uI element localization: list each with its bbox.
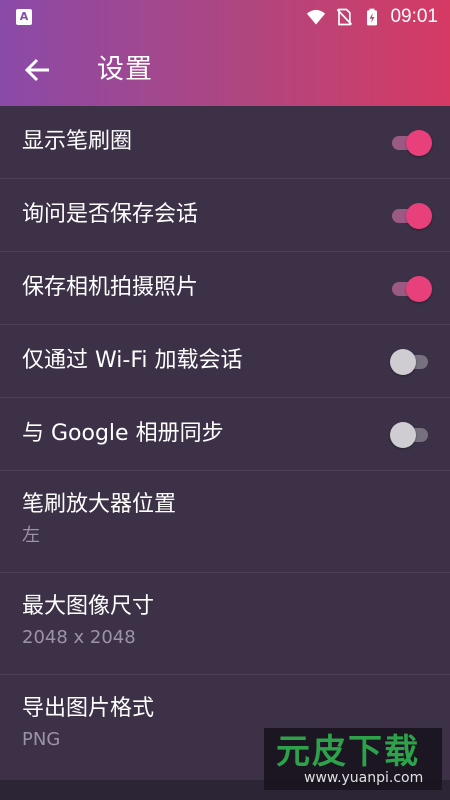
status-bar: A 09:01 <box>0 0 450 34</box>
status-icons: 09:01 <box>306 6 438 28</box>
ask-save-session-toggle[interactable] <box>390 203 432 229</box>
setting-value: 2048 x 2048 <box>22 627 136 648</box>
watermark-logo: 元皮下载 www.yuanpi.com <box>264 728 442 790</box>
toggle-thumb <box>406 276 432 302</box>
setting-ask-save-session[interactable]: 询问是否保存会话 <box>0 179 450 252</box>
notification-a-icon: A <box>16 9 32 25</box>
toggle-thumb <box>390 422 416 448</box>
app-header: A 09:01 设置 <box>0 0 450 106</box>
show-brush-ring-toggle[interactable] <box>390 130 432 156</box>
arrow-back-icon[interactable] <box>22 56 54 84</box>
save-camera-photos-toggle[interactable] <box>390 276 432 302</box>
setting-label: 保存相机拍摄照片 <box>22 275 199 300</box>
watermark-url: www.yuanpi.com <box>304 770 424 786</box>
setting-value: PNG <box>22 729 61 750</box>
page-title: 设置 <box>97 54 153 85</box>
toggle-thumb <box>406 130 432 156</box>
setting-google-sync[interactable]: 与 Google 相册同步 <box>0 398 450 471</box>
setting-save-camera-photos[interactable]: 保存相机拍摄照片 <box>0 252 450 325</box>
setting-max-image-size[interactable]: 最大图像尺寸 2048 x 2048 <box>0 573 450 675</box>
setting-value: 左 <box>22 525 40 546</box>
no-sim-icon <box>337 8 353 26</box>
setting-label: 仅通过 Wi-Fi 加载会话 <box>22 348 243 373</box>
setting-brush-magnifier[interactable]: 笔刷放大器位置 左 <box>0 471 450 573</box>
setting-wifi-only-load[interactable]: 仅通过 Wi-Fi 加载会话 <box>0 325 450 398</box>
setting-label: 笔刷放大器位置 <box>22 492 177 517</box>
setting-label: 显示笔刷圈 <box>22 129 133 154</box>
battery-charging-icon <box>367 8 378 26</box>
setting-label: 与 Google 相册同步 <box>22 421 224 446</box>
google-sync-toggle[interactable] <box>390 422 432 448</box>
watermark-text: 元皮下载 <box>276 732 420 772</box>
toggle-thumb <box>390 349 416 375</box>
wifi-icon <box>307 9 326 25</box>
toggle-thumb <box>406 203 432 229</box>
setting-label: 导出图片格式 <box>22 696 155 721</box>
setting-label: 询问是否保存会话 <box>22 202 199 227</box>
settings-list: 显示笔刷圈 询问是否保存会话 保存相机拍摄照片 仅通过 Wi-Fi 加载会话 与… <box>0 106 450 777</box>
status-time: 09:01 <box>390 6 438 27</box>
wifi-only-load-toggle[interactable] <box>390 349 432 375</box>
setting-label: 最大图像尺寸 <box>22 594 155 619</box>
setting-show-brush-ring[interactable]: 显示笔刷圈 <box>0 106 450 179</box>
